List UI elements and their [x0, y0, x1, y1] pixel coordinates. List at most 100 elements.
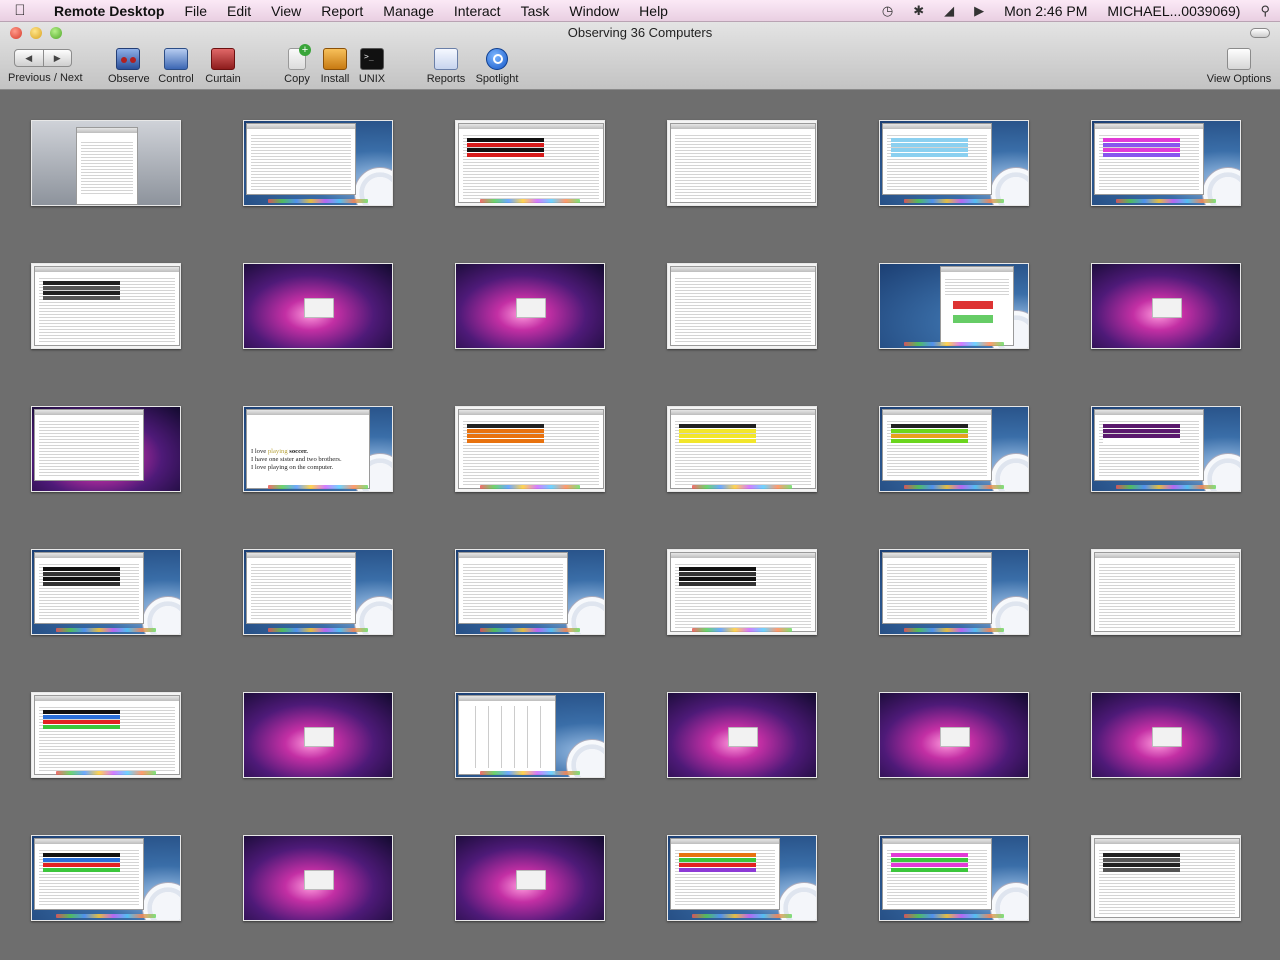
computer-screen-thumbnail[interactable] — [1091, 549, 1241, 635]
toolbar-toggle-button[interactable] — [1250, 28, 1270, 38]
spreadsheet-row-highlight — [891, 148, 968, 152]
unix-label: UNIX — [358, 73, 386, 85]
computer-screen-thumbnail[interactable] — [667, 263, 817, 349]
unix-button[interactable]: UNIX — [358, 48, 386, 85]
bluetooth-icon[interactable]: ✱ — [903, 3, 934, 19]
spreadsheet-row-highlight — [43, 858, 120, 862]
computer-screen-thumbnail[interactable] — [667, 549, 817, 635]
menu-task[interactable]: Task — [511, 3, 560, 19]
spreadsheet-window — [1094, 123, 1204, 195]
browser-banner — [953, 315, 993, 323]
spreadsheet-row-highlight — [43, 291, 120, 295]
dock — [268, 199, 368, 203]
computer-screen-thumbnail[interactable] — [31, 120, 181, 206]
computer-screen-thumbnail[interactable] — [455, 120, 605, 206]
menu-window[interactable]: Window — [559, 3, 629, 19]
computer-screen-thumbnail[interactable] — [1091, 692, 1241, 778]
doc-line3: I love playing on the computer. — [251, 463, 334, 471]
menu-user[interactable]: MICHAEL...0039069) — [1097, 3, 1250, 19]
computer-screen-thumbnail[interactable] — [879, 549, 1029, 635]
previous-button[interactable]: ◀ — [14, 49, 44, 67]
computer-screen-thumbnail[interactable] — [667, 406, 817, 492]
computer-screen-thumbnail[interactable] — [31, 263, 181, 349]
spreadsheet-row-highlight — [467, 148, 544, 152]
computer-screen-thumbnail[interactable] — [879, 835, 1029, 921]
menu-clock[interactable]: Mon 2:46 PM — [994, 3, 1097, 19]
control-button[interactable]: Control — [157, 48, 195, 85]
spreadsheet-row-highlight — [679, 434, 756, 438]
computer-screen-thumbnail[interactable]: I love playing soccer. I have one sister … — [243, 406, 393, 492]
volume-icon[interactable]: ▶ — [964, 3, 994, 19]
view-options-button[interactable]: View Options — [1204, 48, 1274, 85]
computer-screen-thumbnail[interactable] — [879, 692, 1029, 778]
computer-screen-thumbnail[interactable] — [1091, 120, 1241, 206]
doc-line1-start: I love — [251, 448, 268, 455]
reports-button[interactable]: Reports — [426, 48, 466, 85]
computer-screen-thumbnail[interactable] — [243, 120, 393, 206]
dock — [1116, 199, 1216, 203]
menu-file[interactable]: File — [174, 3, 217, 19]
computer-screen-thumbnail[interactable] — [667, 120, 817, 206]
spreadsheet-row-highlight — [467, 143, 544, 147]
spotlight-button[interactable]: Spotlight — [474, 48, 520, 85]
login-dialog — [516, 870, 546, 890]
spreadsheet-row-highlight — [679, 858, 756, 862]
window-title: Observing 36 Computers — [567, 25, 713, 40]
computer-screen-thumbnail[interactable] — [879, 406, 1029, 492]
computer-screen-thumbnail[interactable] — [31, 549, 181, 635]
computer-screen-thumbnail[interactable] — [455, 406, 605, 492]
computer-screen-thumbnail[interactable] — [31, 406, 181, 492]
menu-report[interactable]: Report — [311, 3, 373, 19]
computer-screen-thumbnail[interactable] — [1091, 406, 1241, 492]
computer-screen-thumbnail[interactable] — [879, 120, 1029, 206]
spreadsheet-row-highlight — [891, 858, 968, 862]
calendar-window — [458, 695, 556, 775]
next-button[interactable]: ▶ — [43, 49, 72, 67]
observe-button[interactable]: Observe — [108, 48, 150, 85]
doc-line2: I have one sister and two brothers. — [251, 455, 342, 463]
menu-edit[interactable]: Edit — [217, 3, 261, 19]
computer-screen-thumbnail[interactable] — [1091, 263, 1241, 349]
wifi-icon[interactable]: ◢ — [934, 3, 964, 19]
computer-screen-thumbnail[interactable] — [667, 692, 817, 778]
spreadsheet-window — [1094, 409, 1204, 481]
install-button[interactable]: Install — [318, 48, 352, 85]
menu-manage[interactable]: Manage — [373, 3, 444, 19]
spotlight-search-icon[interactable]: ⚲ — [1250, 3, 1280, 19]
computer-screen-thumbnail[interactable] — [879, 263, 1029, 349]
spreadsheet-row-highlight — [891, 863, 968, 867]
computer-screen-thumbnail[interactable] — [455, 692, 605, 778]
copy-button[interactable]: Copy — [282, 44, 312, 85]
browser-window — [940, 266, 1014, 346]
spreadsheet-row-highlight — [1103, 434, 1180, 438]
computer-screen-thumbnail[interactable] — [1091, 835, 1241, 921]
spreadsheet-row-highlight — [1103, 863, 1180, 867]
apple-menu-icon[interactable]:  — [0, 2, 40, 19]
dock — [268, 628, 368, 632]
spreadsheet-row-highlight — [891, 138, 968, 142]
dock — [904, 628, 1004, 632]
dock — [904, 914, 1004, 918]
spreadsheet-row-highlight — [43, 720, 120, 724]
computer-screen-thumbnail[interactable] — [31, 692, 181, 778]
computer-screen-thumbnail[interactable] — [243, 549, 393, 635]
computer-screen-thumbnail[interactable] — [243, 692, 393, 778]
computer-screen-thumbnail[interactable] — [455, 263, 605, 349]
menu-app-name[interactable]: Remote Desktop — [40, 3, 174, 19]
computer-screen-thumbnail[interactable] — [455, 835, 605, 921]
menu-view[interactable]: View — [261, 3, 311, 19]
login-dialog — [304, 727, 334, 747]
spreadsheet-window — [670, 552, 816, 632]
time-machine-icon[interactable]: ◷ — [872, 3, 903, 19]
computer-screen-thumbnail[interactable] — [667, 835, 817, 921]
dock — [692, 485, 792, 489]
computer-screen-thumbnail[interactable] — [455, 549, 605, 635]
spreadsheet-row-highlight — [43, 567, 120, 571]
menu-help[interactable]: Help — [629, 3, 678, 19]
curtain-button[interactable]: Curtain — [204, 48, 242, 85]
computer-screen-thumbnail[interactable] — [31, 835, 181, 921]
previous-next-control: ◀ ▶ — [14, 49, 72, 67]
computer-screen-thumbnail[interactable] — [243, 263, 393, 349]
menu-interact[interactable]: Interact — [444, 3, 511, 19]
computer-screen-thumbnail[interactable] — [243, 835, 393, 921]
